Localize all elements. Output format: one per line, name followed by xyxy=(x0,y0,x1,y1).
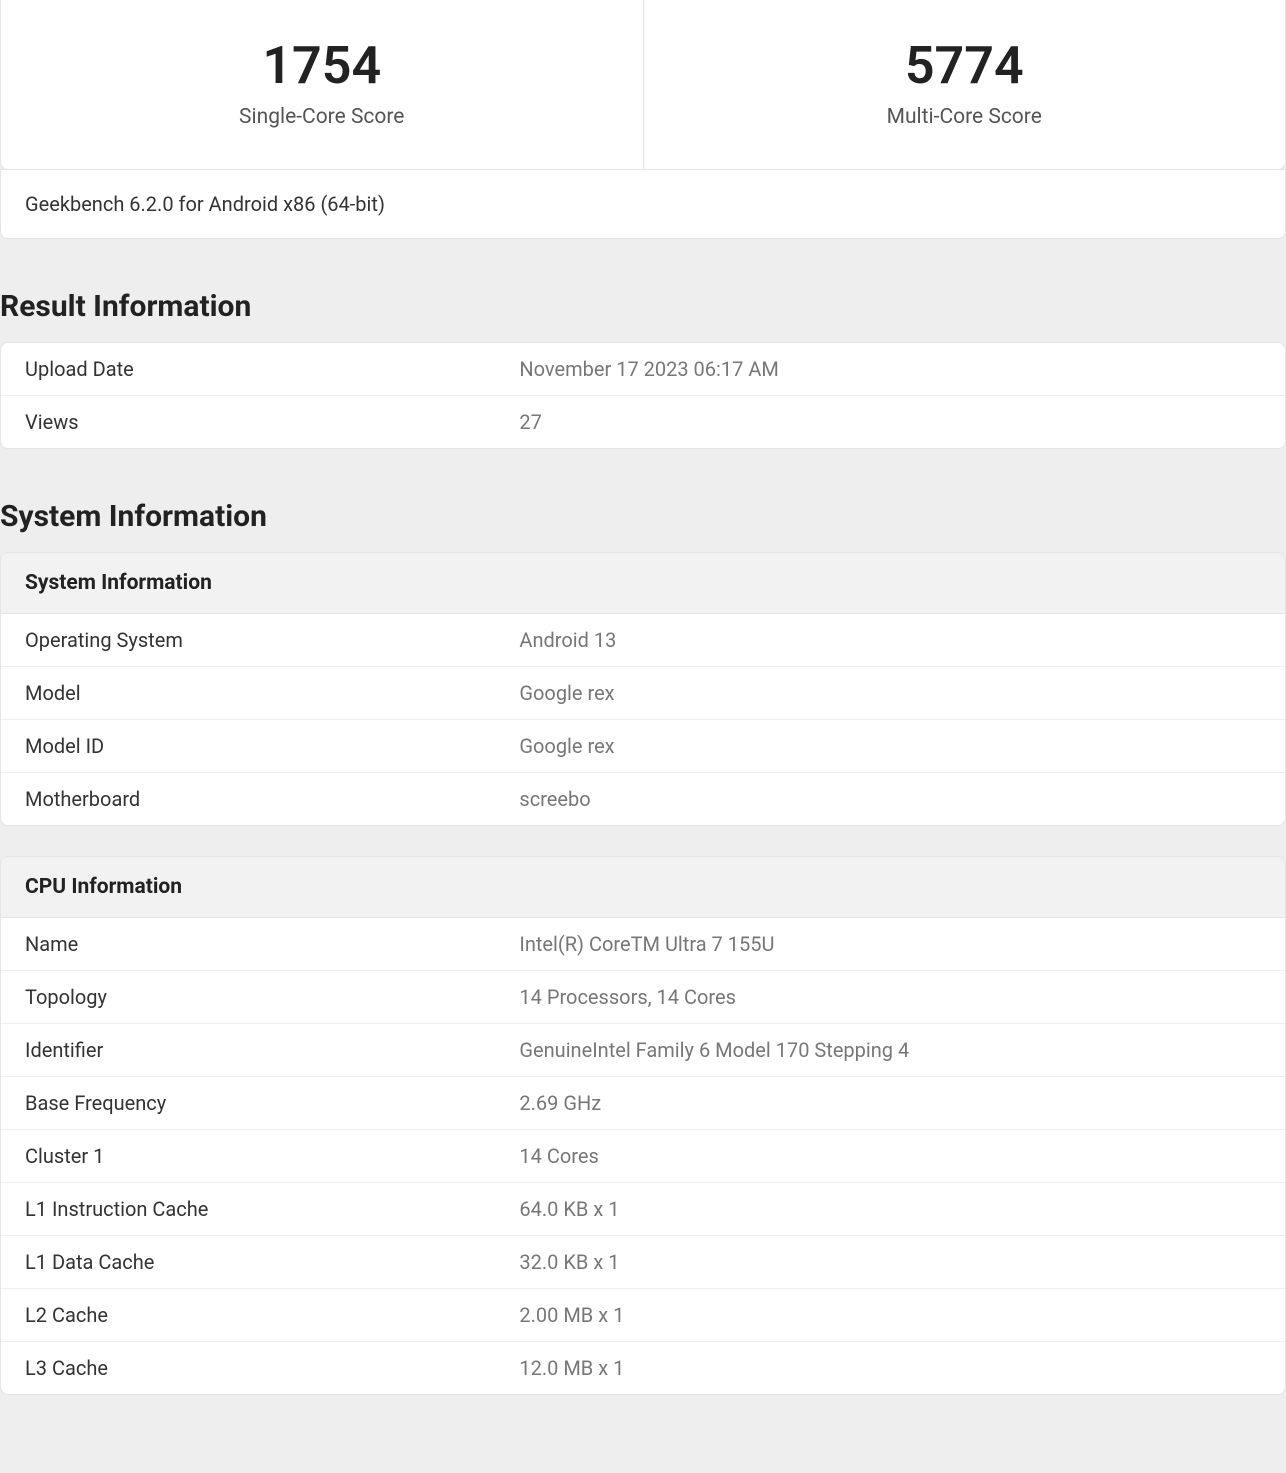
views-label: Views xyxy=(25,410,519,434)
model-id-value: Google rex xyxy=(519,734,1261,758)
model-value: Google rex xyxy=(519,681,1261,705)
multi-core-score-value: 5774 xyxy=(664,35,1266,97)
model-label: Model xyxy=(25,681,519,705)
base-freq-label: Base Frequency xyxy=(25,1091,519,1115)
cpu-name-value: Intel(R) CoreTM Ultra 7 155U xyxy=(519,932,1261,956)
cluster1-label: Cluster 1 xyxy=(25,1144,519,1168)
system-information-title: System Information xyxy=(0,499,1286,534)
identifier-label: Identifier xyxy=(25,1038,519,1062)
multi-core-score-label: Multi-Core Score xyxy=(664,105,1266,129)
system-information-header: System Information xyxy=(1,553,1285,614)
result-information-card: Upload Date November 17 2023 06:17 AM Vi… xyxy=(0,342,1286,449)
l3-value: 12.0 MB x 1 xyxy=(519,1356,1261,1380)
identifier-value: GenuineIntel Family 6 Model 170 Stepping… xyxy=(519,1038,1261,1062)
multi-core-score-box: 5774 Multi-Core Score xyxy=(644,0,1286,169)
l1i-value: 64.0 KB x 1 xyxy=(519,1197,1261,1221)
table-row: L1 Data Cache 32.0 KB x 1 xyxy=(1,1236,1285,1289)
cpu-name-label: Name xyxy=(25,932,519,956)
upload-date-value: November 17 2023 06:17 AM xyxy=(519,357,1261,381)
l1d-label: L1 Data Cache xyxy=(25,1250,519,1274)
l1i-label: L1 Instruction Cache xyxy=(25,1197,519,1221)
os-label: Operating System xyxy=(25,628,519,652)
motherboard-label: Motherboard xyxy=(25,787,519,811)
views-value: 27 xyxy=(519,410,1261,434)
system-information-card: System Information Operating System Andr… xyxy=(0,552,1286,826)
table-row: Views 27 xyxy=(1,396,1285,448)
os-value: Android 13 xyxy=(519,628,1261,652)
cluster1-value: 14 Cores xyxy=(519,1144,1261,1168)
table-row: Name Intel(R) CoreTM Ultra 7 155U xyxy=(1,918,1285,971)
table-row: Base Frequency 2.69 GHz xyxy=(1,1077,1285,1130)
table-row: Identifier GenuineIntel Family 6 Model 1… xyxy=(1,1024,1285,1077)
single-core-score-box: 1754 Single-Core Score xyxy=(1,0,644,169)
table-row: Model ID Google rex xyxy=(1,720,1285,773)
model-id-label: Model ID xyxy=(25,734,519,758)
single-core-score-label: Single-Core Score xyxy=(21,105,623,129)
l2-value: 2.00 MB x 1 xyxy=(519,1303,1261,1327)
single-core-score-value: 1754 xyxy=(21,35,623,97)
table-row: Cluster 1 14 Cores xyxy=(1,1130,1285,1183)
table-row: L3 Cache 12.0 MB x 1 xyxy=(1,1342,1285,1394)
score-panel: 1754 Single-Core Score 5774 Multi-Core S… xyxy=(0,0,1286,170)
table-row: Model Google rex xyxy=(1,667,1285,720)
upload-date-label: Upload Date xyxy=(25,357,519,381)
l3-label: L3 Cache xyxy=(25,1356,519,1380)
table-row: Operating System Android 13 xyxy=(1,614,1285,667)
version-bar: Geekbench 6.2.0 for Android x86 (64-bit) xyxy=(0,169,1286,239)
topology-label: Topology xyxy=(25,985,519,1009)
table-row: Motherboard screebo xyxy=(1,773,1285,825)
topology-value: 14 Processors, 14 Cores xyxy=(519,985,1261,1009)
l2-label: L2 Cache xyxy=(25,1303,519,1327)
table-row: Topology 14 Processors, 14 Cores xyxy=(1,971,1285,1024)
table-row: L2 Cache 2.00 MB x 1 xyxy=(1,1289,1285,1342)
table-row: L1 Instruction Cache 64.0 KB x 1 xyxy=(1,1183,1285,1236)
cpu-information-header: CPU Information xyxy=(1,857,1285,918)
table-row: Upload Date November 17 2023 06:17 AM xyxy=(1,343,1285,396)
motherboard-value: screebo xyxy=(519,787,1261,811)
cpu-information-card: CPU Information Name Intel(R) CoreTM Ult… xyxy=(0,856,1286,1395)
l1d-value: 32.0 KB x 1 xyxy=(519,1250,1261,1274)
result-information-title: Result Information xyxy=(0,289,1286,324)
base-freq-value: 2.69 GHz xyxy=(519,1091,1261,1115)
